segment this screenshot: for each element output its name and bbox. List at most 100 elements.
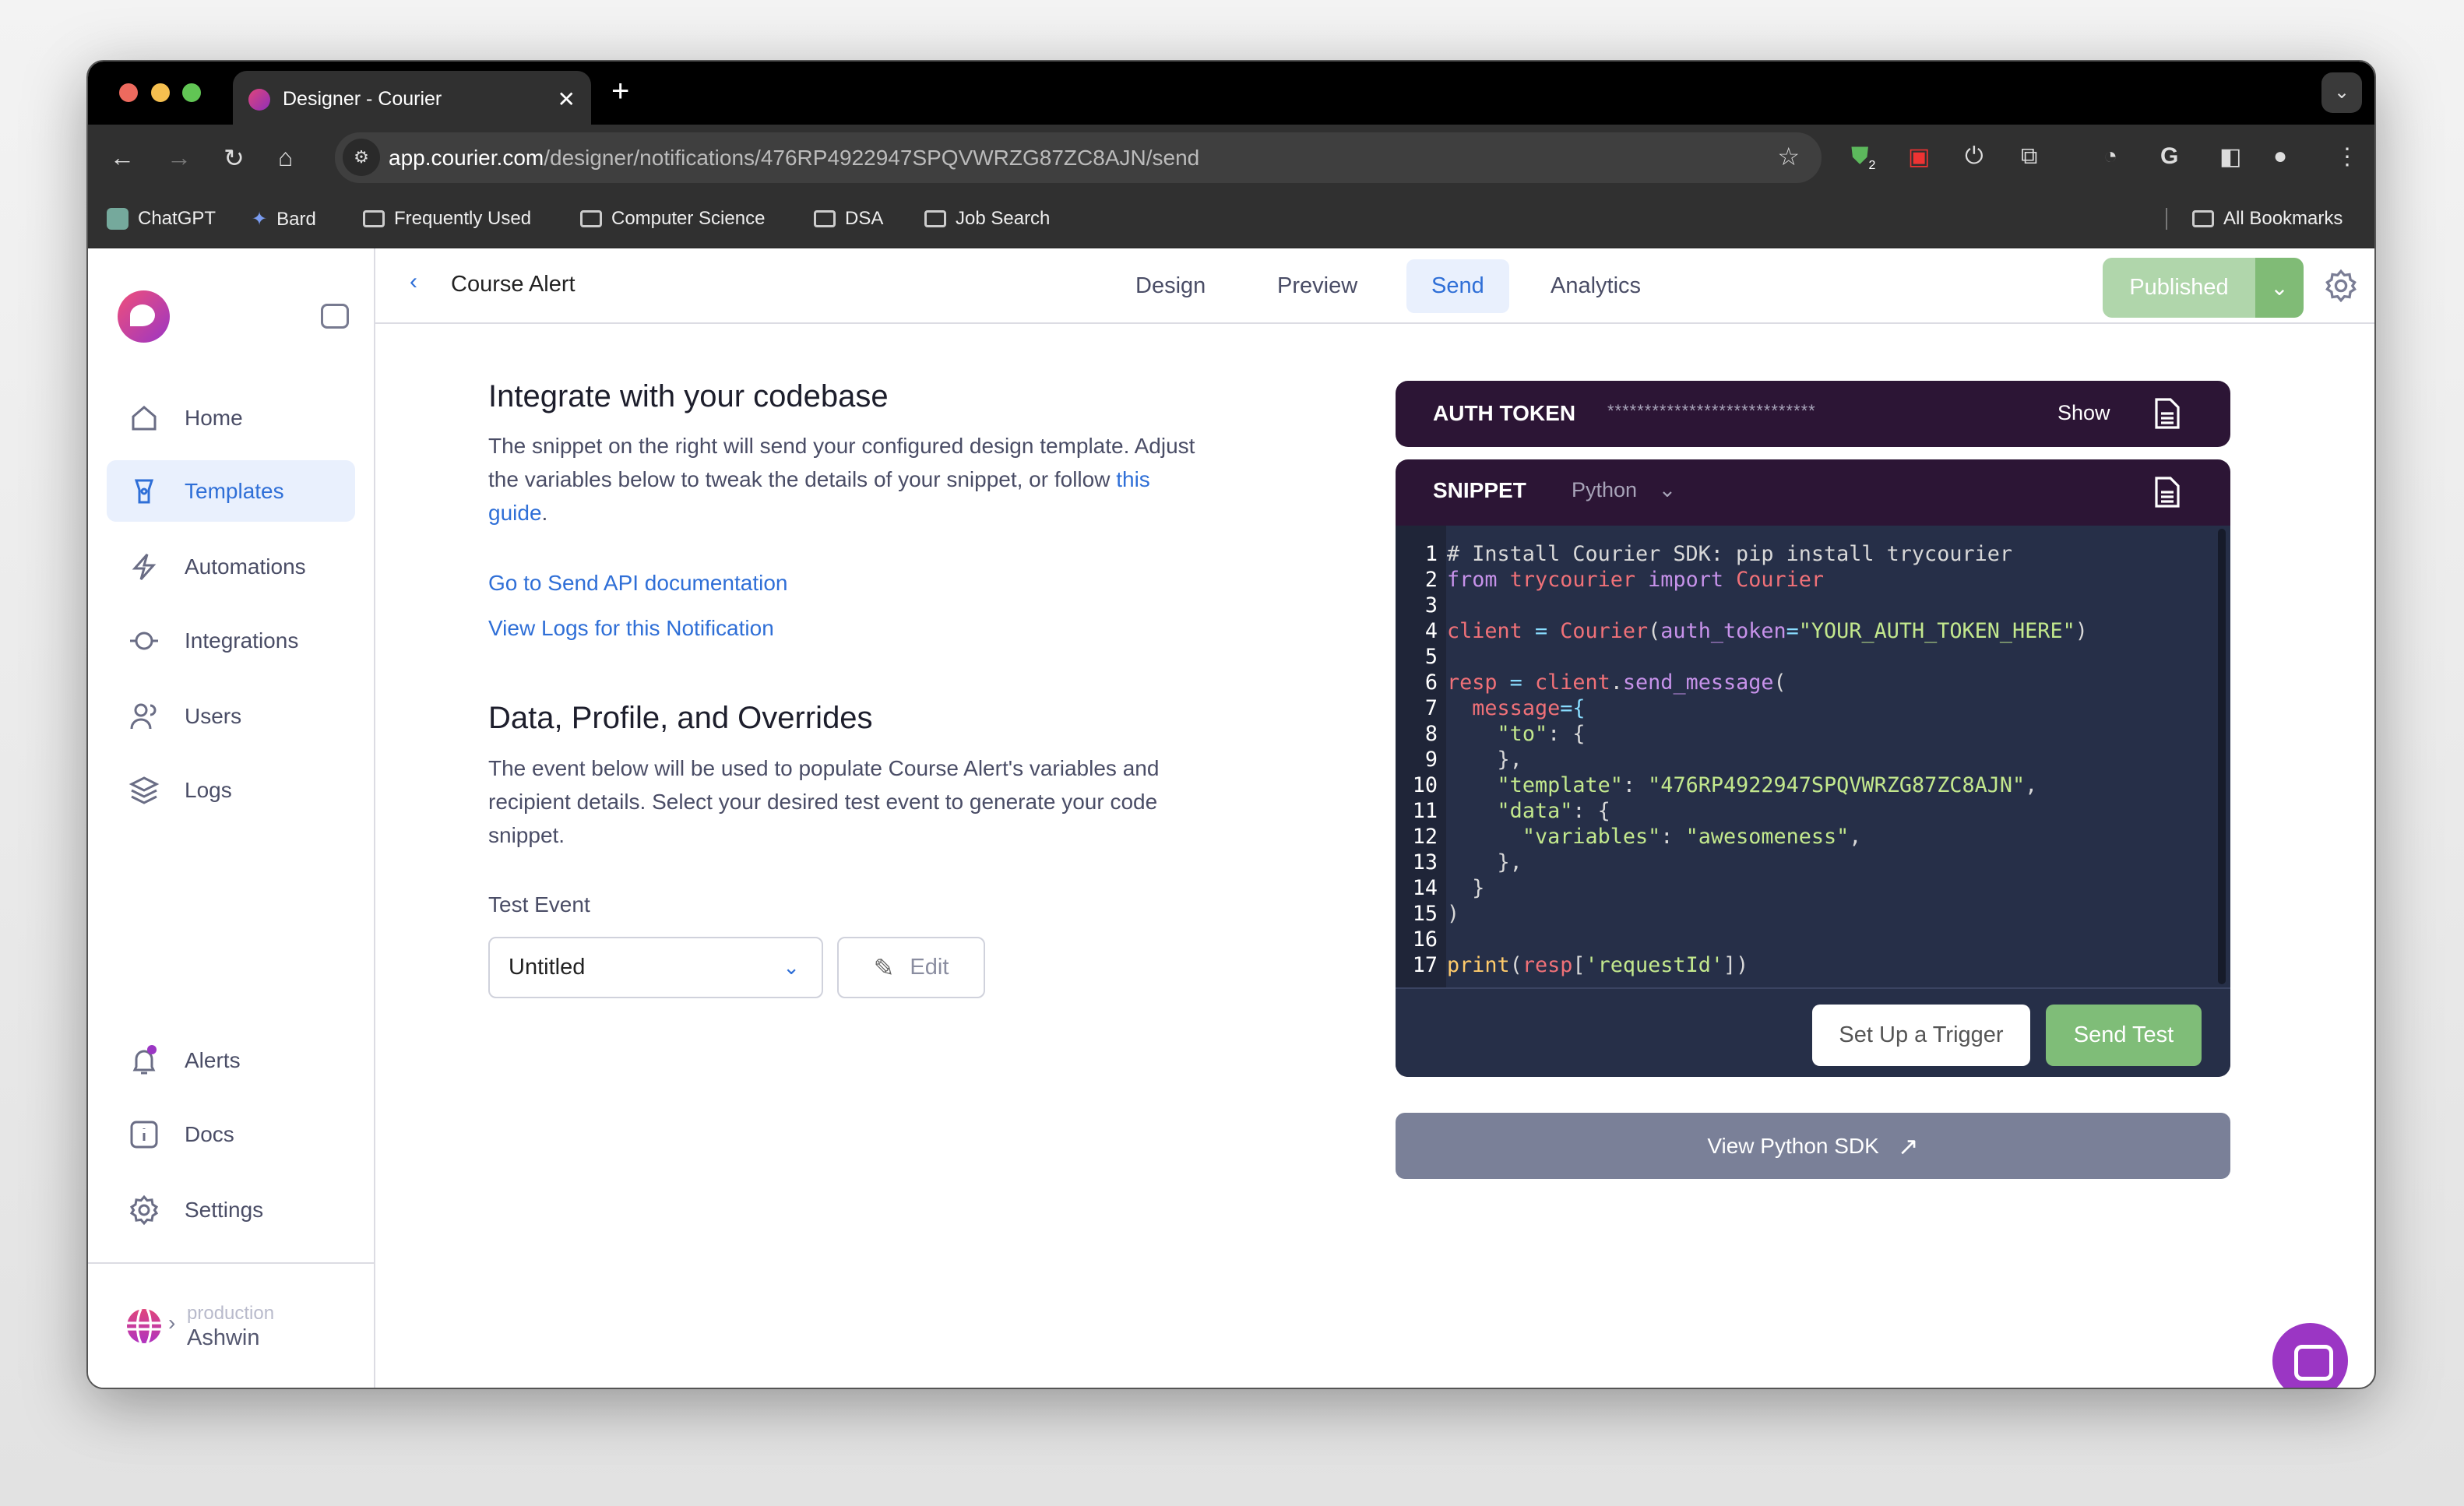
- tab-send[interactable]: Send: [1406, 259, 1509, 313]
- show-token-button[interactable]: Show: [2057, 401, 2110, 425]
- workspace-switcher[interactable]: › production Ashwin: [88, 1262, 374, 1388]
- sidebar-item-label: Docs: [185, 1121, 234, 1146]
- url-host: app.courier.com: [389, 145, 544, 170]
- view-logs-link[interactable]: View Logs for this Notification: [488, 616, 774, 641]
- sidebar-item-settings[interactable]: Settings: [107, 1179, 355, 1240]
- chevron-down-icon: ⌄: [1658, 478, 1677, 501]
- sidebar-item-automations[interactable]: Automations: [107, 536, 355, 597]
- edit-label: Edit: [910, 955, 949, 980]
- bookmark-computer-science[interactable]: Computer Science: [580, 208, 765, 230]
- code-token: ,: [2025, 773, 2038, 797]
- globe-icon: [127, 1308, 161, 1344]
- minimize-window-button[interactable]: [151, 83, 170, 102]
- bookmark-bard[interactable]: ✦ Bard: [252, 208, 316, 230]
- sidebar-item-alerts[interactable]: Alerts: [107, 1029, 355, 1091]
- sidebar-item-label: Automations: [185, 554, 306, 579]
- extension-badge: 2: [1868, 159, 1876, 172]
- workspace-name: Ashwin: [187, 1325, 260, 1350]
- data-description: The event below will be used to populate…: [488, 756, 1160, 847]
- bookmark-chatgpt[interactable]: ChatGPT: [107, 208, 216, 230]
- new-tab-button[interactable]: +: [611, 74, 629, 109]
- send-test-button[interactable]: Send Test: [2046, 1005, 2202, 1066]
- courier-logo[interactable]: [118, 290, 170, 343]
- set-up-trigger-button[interactable]: Set Up a Trigger: [1812, 1005, 2030, 1066]
- bookmark-star-icon[interactable]: ☆: [1777, 142, 1800, 171]
- tab-design[interactable]: Design: [1111, 259, 1230, 313]
- code-token: client: [1534, 670, 1610, 695]
- auth-token-card: AUTH TOKEN **************************** …: [1396, 381, 2230, 447]
- chatgpt-icon: [107, 208, 128, 230]
- test-event-select[interactable]: Untitled ⌄: [488, 937, 823, 998]
- browser-menu-icon[interactable]: ⋮: [2336, 143, 2359, 171]
- code-token: "template": [1497, 773, 1623, 797]
- line-number: 10: [1412, 773, 1438, 797]
- bookmark-frequently-used[interactable]: Frequently Used: [363, 208, 531, 230]
- sidebar-item-logs[interactable]: Logs: [107, 759, 355, 821]
- site-settings-icon[interactable]: ⚙: [343, 139, 380, 176]
- chat-support-button[interactable]: [2272, 1323, 2348, 1388]
- forward-arrow-icon[interactable]: →: [167, 143, 192, 172]
- sidebar-item-users[interactable]: Users: [107, 685, 355, 747]
- maximize-window-button[interactable]: [182, 83, 201, 102]
- lastpass-extension-icon[interactable]: ▣: [1908, 143, 1930, 171]
- collapse-sidebar-icon[interactable]: [321, 304, 349, 329]
- line-number: 4: [1424, 619, 1438, 643]
- sidebar-item-docs[interactable]: Docs: [107, 1103, 355, 1165]
- code-line: 6 resp = client.send_message(: [1396, 670, 2230, 695]
- code-token: (: [1773, 670, 1786, 695]
- integrate-text: The snippet on the right will send your …: [488, 434, 1195, 491]
- integrations-icon: [130, 632, 158, 649]
- publish-button-group: Published ⌄: [2103, 258, 2304, 318]
- integrate-description: The snippet on the right will send your …: [488, 429, 1211, 530]
- close-window-button[interactable]: [119, 83, 138, 102]
- sidebar-item-templates[interactable]: Templates: [107, 460, 355, 522]
- code-editor[interactable]: 1 # Install Courier SDK: pip install tryc…: [1396, 526, 2230, 987]
- reload-icon[interactable]: ↻: [224, 143, 245, 173]
- shield-extension-icon[interactable]: ⛊2: [1851, 143, 1875, 173]
- tab-preview[interactable]: Preview: [1252, 259, 1382, 313]
- close-tab-icon[interactable]: ✕: [558, 86, 576, 112]
- back-arrow-icon[interactable]: ←: [110, 143, 135, 172]
- code-scrollbar[interactable]: [2218, 529, 2226, 984]
- sidebar-item-home[interactable]: Home: [107, 387, 355, 449]
- all-bookmarks[interactable]: All Bookmarks: [2166, 208, 2343, 230]
- publish-options-chevron-icon[interactable]: ⌄: [2255, 258, 2304, 318]
- published-button[interactable]: Published: [2103, 258, 2255, 318]
- code-token: "476RP4922947SPQVWRZG87ZC8AJN": [1648, 773, 2026, 797]
- bookmark-dsa[interactable]: DSA: [814, 208, 883, 230]
- edit-event-button[interactable]: ✎ Edit: [837, 937, 985, 998]
- sidebar-item-integrations[interactable]: Integrations: [107, 610, 355, 671]
- bookmark-label: Job Search: [956, 208, 1051, 229]
- power-extension-icon[interactable]: ⏻: [1965, 143, 1984, 170]
- tab-analytics[interactable]: Analytics: [1526, 259, 1666, 313]
- folder-icon: [2192, 210, 2214, 227]
- browser-tab[interactable]: Designer - Courier ✕: [233, 71, 591, 128]
- copy-document-icon[interactable]: [2153, 475, 2181, 509]
- language-select[interactable]: Python ⌄: [1572, 478, 1676, 502]
- code-line: 2 from trycourier import Courier: [1396, 567, 2230, 593]
- tab-search-button[interactable]: ⌄: [2321, 72, 2362, 113]
- sdk-link-label: View Python SDK: [1707, 1133, 1879, 1158]
- code-token: =: [1497, 670, 1535, 695]
- address-bar[interactable]: ⚙ app.courier.com/designer/notifications…: [335, 132, 1822, 183]
- send-api-docs-link[interactable]: Go to Send API documentation: [488, 571, 787, 596]
- template-settings-gear-icon[interactable]: [2324, 269, 2358, 303]
- grammarly-extension-icon[interactable]: G: [2160, 143, 2178, 170]
- auth-token-label: AUTH TOKEN: [1433, 401, 1576, 425]
- profile-avatar-icon[interactable]: ●: [2273, 143, 2287, 170]
- back-chevron-icon[interactable]: ‹: [410, 269, 417, 295]
- bookmark-job-search[interactable]: Job Search: [924, 208, 1050, 230]
- data-heading: Data, Profile, and Overrides: [488, 701, 873, 735]
- side-panel-icon[interactable]: ◧: [2219, 143, 2241, 171]
- home-icon[interactable]: ⌂: [278, 143, 293, 172]
- copy-document-icon[interactable]: [2153, 396, 2181, 431]
- extensions-puzzle-icon[interactable]: ⧉: [2021, 143, 2037, 170]
- code-token: # Install Courier SDK: pip install tryco…: [1447, 542, 2012, 566]
- speed-extension-icon[interactable]: ◔: [2103, 143, 2117, 170]
- bookmarks-bar: ChatGPT ✦ Bard Frequently Used Computer S…: [88, 191, 2374, 249]
- view-python-sdk-button[interactable]: View Python SDK ↗: [1396, 1113, 2230, 1179]
- code-token: (: [1509, 953, 1522, 977]
- code-line: 1 # Install Courier SDK: pip install tryc…: [1396, 541, 2230, 567]
- folder-icon: [814, 210, 836, 227]
